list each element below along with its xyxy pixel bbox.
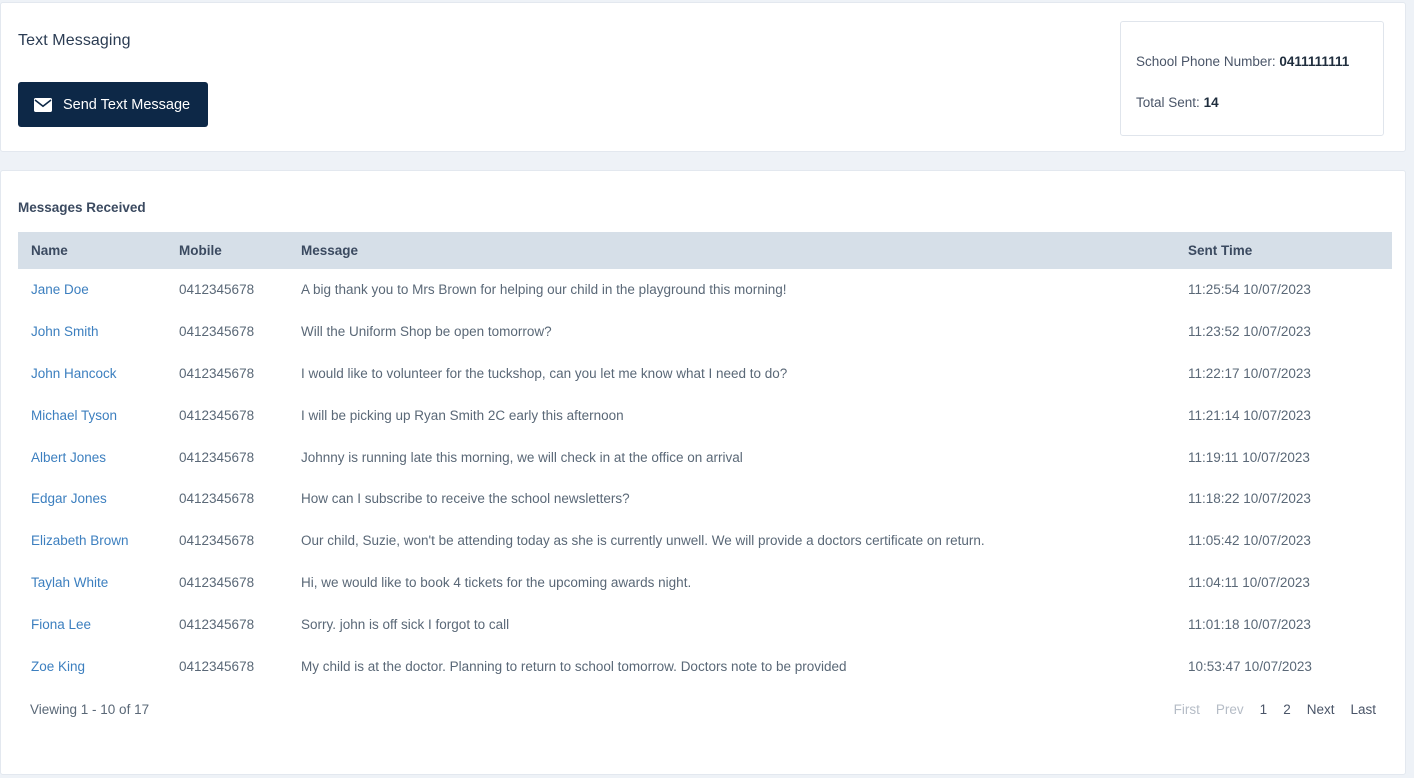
cell-sent-time: 11:18:22 10/07/2023 xyxy=(1188,491,1311,507)
pagination-next[interactable]: Next xyxy=(1299,702,1343,717)
contact-name-link[interactable]: Elizabeth Brown xyxy=(31,533,129,548)
total-sent-label: Total Sent: xyxy=(1136,95,1200,110)
contact-name-link[interactable]: Michael Tyson xyxy=(31,408,117,423)
column-header-message[interactable]: Message xyxy=(288,232,1188,269)
messages-table: Name Mobile Message Sent Time Jane Doe 04… xyxy=(18,232,1392,687)
school-phone-info-box: School Phone Number: 0411111111 Total Se… xyxy=(1120,21,1384,136)
cell-message: How can I subscribe to receive the schoo… xyxy=(301,491,630,507)
column-header-name[interactable]: Name xyxy=(18,232,166,269)
pagination-first: First xyxy=(1173,702,1200,717)
table-row: John Hancock 0412345678 I would like to vo… xyxy=(18,353,1392,395)
cell-name: Jane Doe xyxy=(18,269,166,311)
cell-message: Will the Uniform Shop be open tomorrow? xyxy=(301,324,552,340)
contact-name-link[interactable]: John Smith xyxy=(31,324,99,339)
cell-message: My child is at the doctor. Planning to r… xyxy=(301,658,847,674)
cell-sent-time: 11:25:54 10/07/2023 xyxy=(1188,282,1311,298)
section-title: Messages Received xyxy=(18,200,146,215)
school-phone-number-line: School Phone Number: 0411111111 xyxy=(1136,54,1349,69)
pagination-prev: Prev xyxy=(1215,702,1244,717)
app-page: Text Messaging Send Text Message School … xyxy=(0,0,1414,778)
viewing-count-label: Viewing 1 - 10 of 17 xyxy=(30,702,150,717)
cell-message: Sorry. john is off sick I forgot to call xyxy=(301,616,510,632)
cell-sent-time: 11:05:42 10/07/2023 xyxy=(1188,533,1311,549)
table-header-row: Name Mobile Message Sent Time xyxy=(18,232,1392,269)
send-text-message-label: Send Text Message xyxy=(63,96,191,113)
cell-mobile: 0412345678 xyxy=(179,616,255,632)
cell-name: Albert Jones xyxy=(18,436,166,478)
table-row: Albert Jones 0412345678 Johnny is running … xyxy=(18,436,1392,478)
messages-table-body: Jane Doe 0412345678 A big thank you to Mrs… xyxy=(18,269,1392,687)
contact-name-link[interactable]: Edgar Jones xyxy=(31,491,107,506)
pagination-2[interactable]: 2 xyxy=(1275,702,1299,717)
table-row: Zoe King 0412345678 My child is at the doc… xyxy=(18,645,1392,687)
total-sent-value: 14 xyxy=(1203,95,1219,110)
contact-name-link[interactable]: Albert Jones xyxy=(31,450,106,465)
cell-mobile: 0412345678 xyxy=(179,324,255,340)
cell-message: A big thank you to Mrs Brown for helping… xyxy=(301,282,787,298)
cell-mobile: 0412345678 xyxy=(179,407,255,423)
pagination: First Prev 1 2 Next Last xyxy=(1166,702,1384,717)
cell-name: Zoe King xyxy=(18,645,166,687)
contact-name-link[interactable]: Jane Doe xyxy=(31,282,89,297)
cell-sent-time: 11:21:14 10/07/2023 xyxy=(1188,407,1311,423)
column-header-mobile[interactable]: Mobile xyxy=(166,232,288,269)
cell-sent-time: 10:53:47 10/07/2023 xyxy=(1188,658,1312,674)
cell-sent-time: 11:22:17 10/07/2023 xyxy=(1188,365,1311,381)
cell-mobile: 0412345678 xyxy=(179,449,255,465)
contact-name-link[interactable]: Taylah White xyxy=(31,575,108,590)
send-text-message-button[interactable]: Send Text Message xyxy=(18,82,209,127)
total-sent-line: Total Sent: 14 xyxy=(1136,95,1219,110)
cell-mobile: 0412345678 xyxy=(179,658,255,674)
table-row: Taylah White 0412345678 Hi, we would like … xyxy=(18,562,1392,604)
table-row: Jane Doe 0412345678 A big thank you to Mrs… xyxy=(18,269,1392,311)
table-row: John Smith 0412345678 Will the Uniform Sho… xyxy=(18,311,1392,353)
cell-mobile: 0412345678 xyxy=(179,574,255,590)
table-footer: Viewing 1 - 10 of 17 First Prev 1 2 Next Last xyxy=(18,692,1388,732)
envelope-icon xyxy=(34,97,52,112)
messages-received-card: Messages Received Name Mobile Message Se… xyxy=(0,170,1406,775)
cell-message: Our child, Suzie, won't be attending tod… xyxy=(301,533,985,549)
cell-message: I would like to volunteer for the tucksh… xyxy=(301,365,788,381)
messages-table-head: Name Mobile Message Sent Time xyxy=(18,232,1392,269)
text-messaging-header-card: Text Messaging Send Text Message School … xyxy=(0,2,1406,152)
cell-name: Taylah White xyxy=(18,562,166,604)
cell-sent-time: 11:04:11 10/07/2023 xyxy=(1188,574,1310,590)
page-title: Text Messaging xyxy=(18,32,131,49)
cell-message: I will be picking up Ryan Smith 2C early… xyxy=(301,407,624,423)
table-row: Fiona Lee 0412345678 Sorry. john is off si… xyxy=(18,603,1392,645)
table-row: Elizabeth Brown 0412345678 Our child, Suzi… xyxy=(18,520,1392,562)
cell-sent-time: 11:01:18 10/07/2023 xyxy=(1188,616,1311,632)
contact-name-link[interactable]: John Hancock xyxy=(31,366,117,381)
cell-mobile: 0412345678 xyxy=(179,282,255,298)
pagination-last[interactable]: Last xyxy=(1342,702,1384,717)
cell-name: Edgar Jones xyxy=(18,478,166,520)
contact-name-link[interactable]: Zoe King xyxy=(31,659,85,674)
cell-name: Elizabeth Brown xyxy=(18,520,166,562)
school-phone-number-label: School Phone Number: xyxy=(1136,54,1276,69)
cell-mobile: 0412345678 xyxy=(179,365,255,381)
cell-sent-time: 11:19:11 10/07/2023 xyxy=(1188,449,1310,465)
school-phone-number-value: 0411111111 xyxy=(1279,54,1350,69)
cell-name: Michael Tyson xyxy=(18,394,166,436)
cell-mobile: 0412345678 xyxy=(179,491,255,507)
cell-name: Fiona Lee xyxy=(18,603,166,645)
contact-name-link[interactable]: Fiona Lee xyxy=(31,617,91,632)
cell-name: John Hancock xyxy=(18,353,166,395)
cell-mobile: 0412345678 xyxy=(179,533,255,549)
pagination-1[interactable]: 1 xyxy=(1252,702,1276,717)
table-row: Michael Tyson 0412345678 I will be picking… xyxy=(18,394,1392,436)
cell-sent-time: 11:23:52 10/07/2023 xyxy=(1188,324,1311,340)
table-row: Edgar Jones 0412345678 How can I subscribe… xyxy=(18,478,1392,520)
cell-message: Johnny is running late this morning, we … xyxy=(301,449,743,465)
cell-name: John Smith xyxy=(18,311,166,353)
cell-message: Hi, we would like to book 4 tickets for … xyxy=(301,574,692,590)
column-header-sent-time[interactable]: Sent Time xyxy=(1188,232,1392,269)
